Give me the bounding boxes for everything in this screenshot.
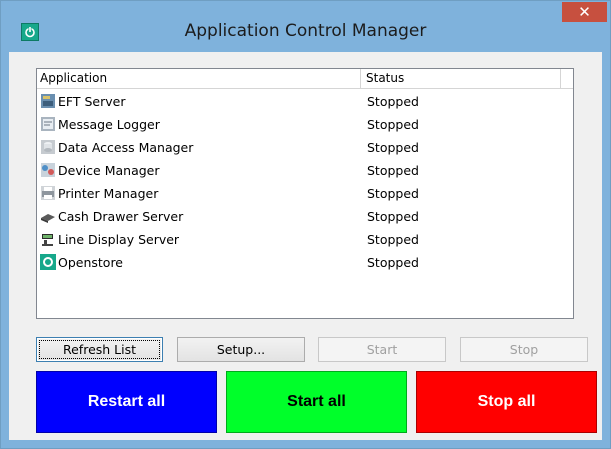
app-status: Stopped bbox=[367, 117, 419, 132]
list-item[interactable]: Printer Manager Stopped bbox=[37, 182, 573, 205]
logger-icon bbox=[40, 116, 56, 132]
refresh-list-button[interactable]: Refresh List bbox=[36, 337, 163, 362]
app-status: Stopped bbox=[367, 209, 419, 224]
server-icon bbox=[40, 93, 56, 109]
list-item[interactable]: Line Display Server Stopped bbox=[37, 228, 573, 251]
app-status: Stopped bbox=[367, 186, 419, 201]
column-header-empty[interactable] bbox=[561, 69, 573, 88]
app-name: Printer Manager bbox=[58, 186, 159, 201]
list-item[interactable]: Cash Drawer Server Stopped bbox=[37, 205, 573, 228]
app-name: Device Manager bbox=[58, 163, 160, 178]
list-item[interactable]: EFT Server Stopped bbox=[37, 90, 573, 113]
stop-button[interactable]: Stop bbox=[460, 337, 588, 362]
app-window: Application Control Manager ✕ Applicatio… bbox=[0, 0, 611, 449]
stop-all-button[interactable]: Stop all bbox=[416, 371, 597, 433]
client-area: Application Status EFT Server Stopped Me… bbox=[9, 52, 602, 440]
start-button[interactable]: Start bbox=[318, 337, 446, 362]
line-display-icon bbox=[40, 231, 56, 247]
app-name: Message Logger bbox=[58, 117, 160, 132]
app-status: Stopped bbox=[367, 232, 419, 247]
column-header-application[interactable]: Application bbox=[37, 69, 361, 88]
list-header: Application Status bbox=[37, 69, 573, 89]
app-status: Stopped bbox=[367, 94, 419, 109]
close-icon: ✕ bbox=[578, 3, 591, 21]
title-bar[interactable]: Application Control Manager ✕ bbox=[1, 1, 610, 47]
app-name: Openstore bbox=[58, 255, 124, 270]
setup-button[interactable]: Setup... bbox=[177, 337, 305, 362]
close-button[interactable]: ✕ bbox=[562, 2, 607, 22]
window-title: Application Control Manager bbox=[184, 21, 427, 41]
printer-icon bbox=[40, 185, 56, 201]
application-list[interactable]: Application Status EFT Server Stopped Me… bbox=[36, 68, 574, 319]
list-item[interactable]: Message Logger Stopped bbox=[37, 113, 573, 136]
app-name: EFT Server bbox=[58, 94, 126, 109]
app-status: Stopped bbox=[367, 140, 419, 155]
list-body: EFT Server Stopped Message Logger Stoppe… bbox=[37, 90, 573, 274]
list-item[interactable]: Openstore Stopped bbox=[37, 251, 573, 274]
column-header-status[interactable]: Status bbox=[361, 69, 561, 88]
app-status: Stopped bbox=[367, 163, 419, 178]
device-icon bbox=[40, 162, 56, 178]
openstore-icon bbox=[40, 254, 56, 270]
list-item[interactable]: Data Access Manager Stopped bbox=[37, 136, 573, 159]
start-all-button[interactable]: Start all bbox=[226, 371, 407, 433]
database-icon bbox=[40, 139, 56, 155]
app-name: Cash Drawer Server bbox=[58, 209, 184, 224]
app-name: Data Access Manager bbox=[58, 140, 194, 155]
app-name: Line Display Server bbox=[58, 232, 180, 247]
restart-all-button[interactable]: Restart all bbox=[36, 371, 217, 433]
cash-drawer-icon bbox=[40, 208, 56, 224]
app-status: Stopped bbox=[367, 255, 419, 270]
list-item[interactable]: Device Manager Stopped bbox=[37, 159, 573, 182]
